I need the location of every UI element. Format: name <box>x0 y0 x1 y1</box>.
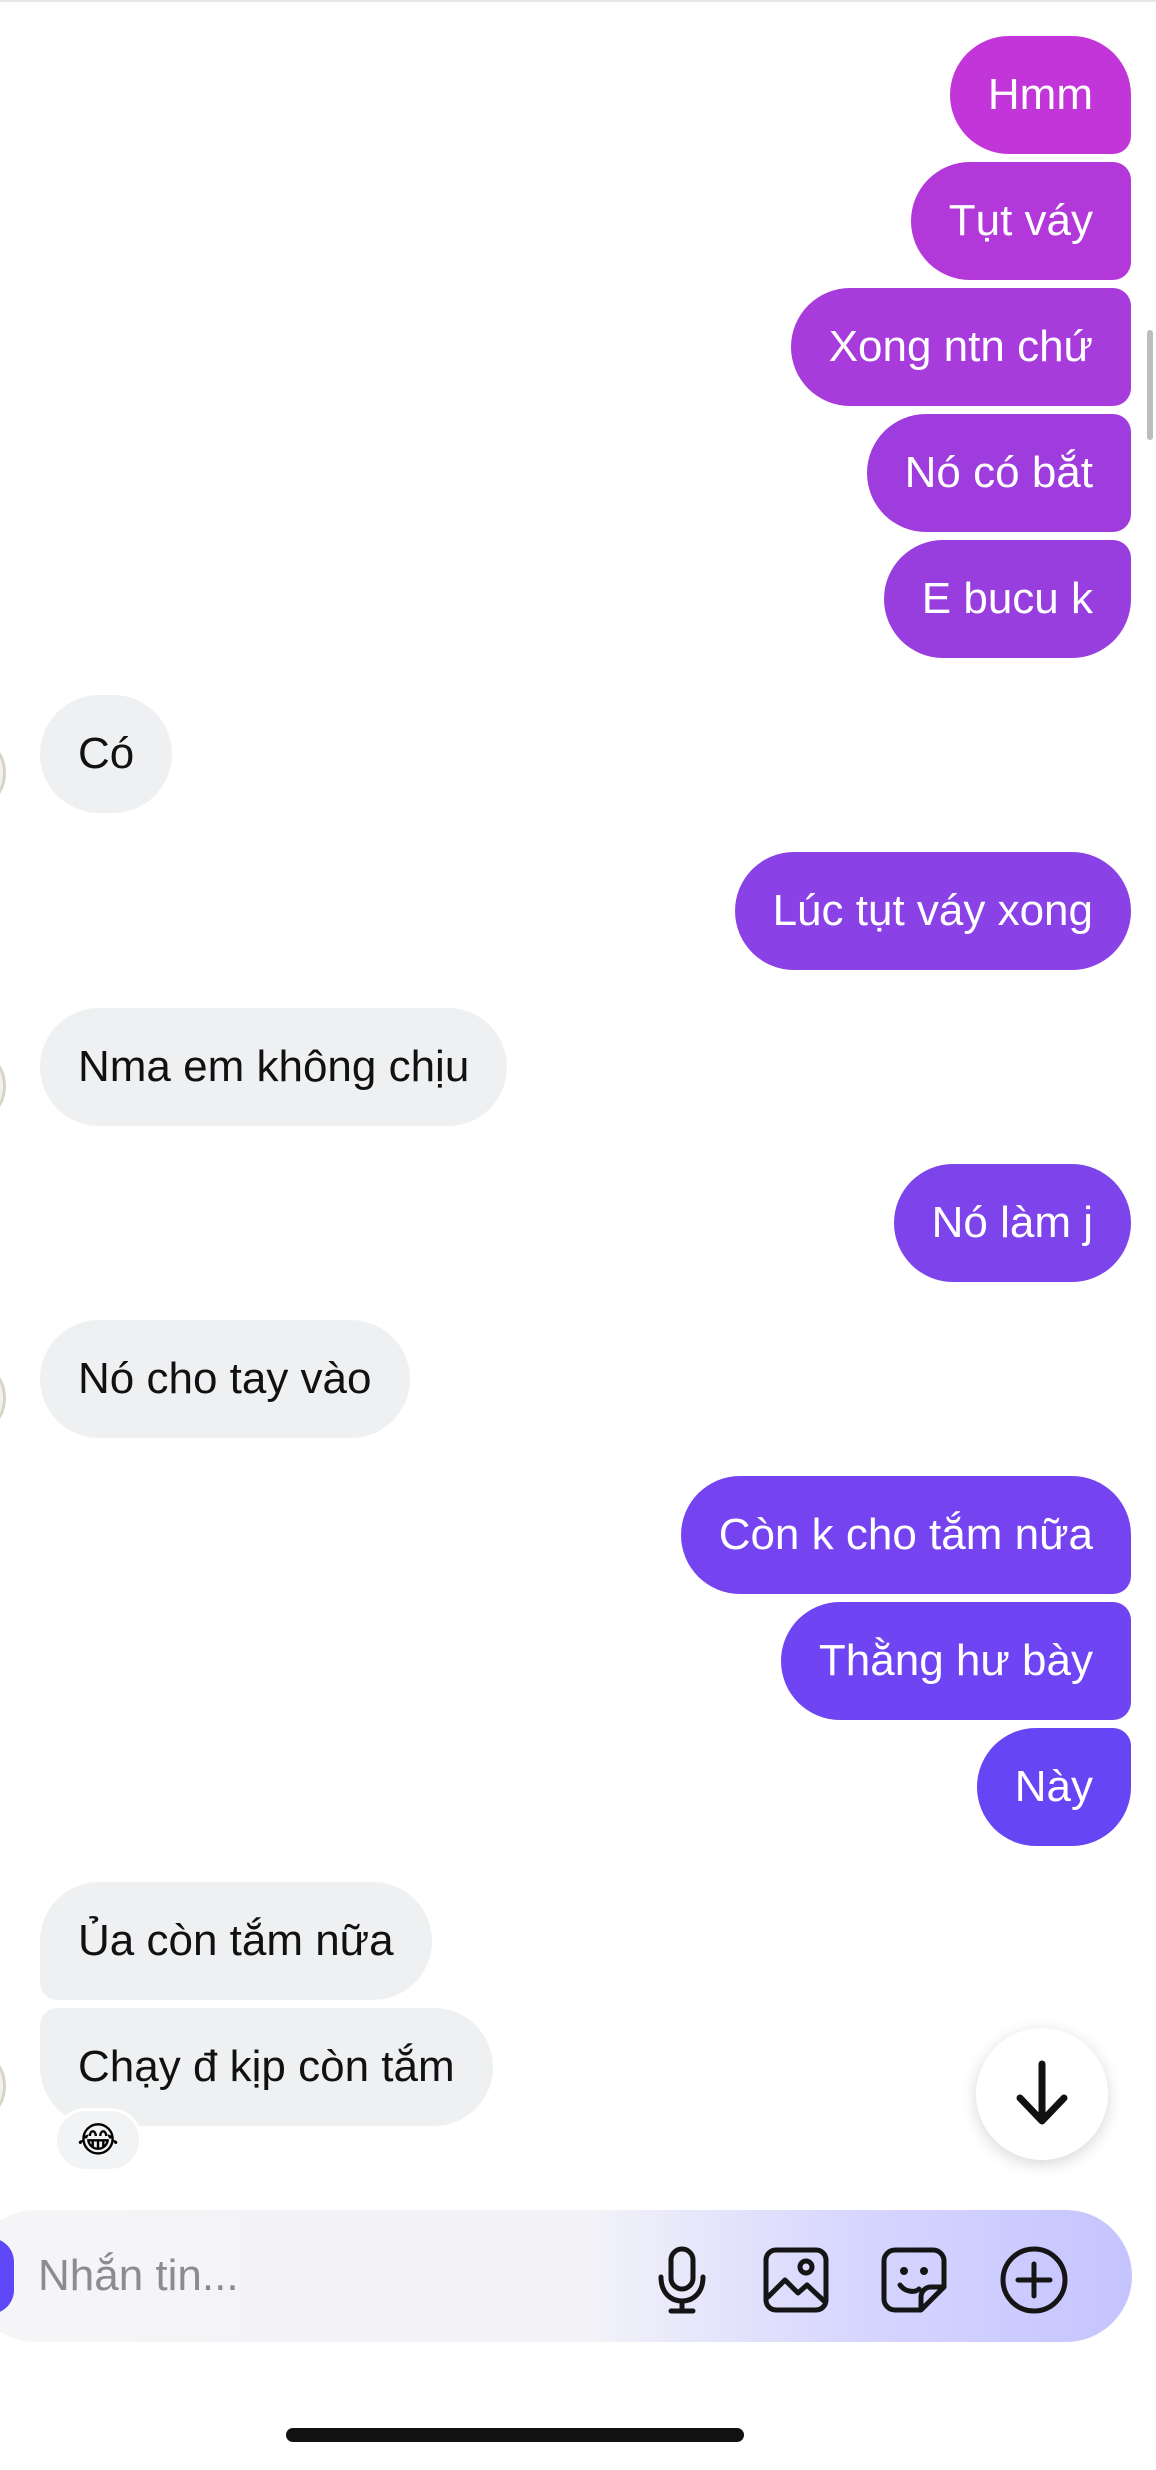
received-message-bubble[interactable]: Có <box>40 695 173 813</box>
sent-message-bubble[interactable]: Xong ntn chứ <box>790 288 1131 406</box>
sticker-icon <box>881 2247 947 2313</box>
message-list[interactable]: Hmm Tụt váy Xong ntn chứ Nó có bắt E buc… <box>0 0 1156 2200</box>
received-message-bubble[interactable]: Ủa còn tắm nữa <box>40 1882 432 2000</box>
microphone-icon <box>658 2246 706 2314</box>
arrow-down-icon <box>1016 2060 1068 2125</box>
received-message-bubble[interactable]: Nó cho tay vào <box>40 1320 410 1438</box>
sent-message-bubble[interactable]: Hmm <box>949 36 1131 154</box>
plus-circle-icon <box>1000 2246 1068 2314</box>
sent-message-bubble[interactable]: Nó có bắt <box>866 414 1131 532</box>
scroll-to-bottom-button[interactable] <box>976 2028 1108 2160</box>
microphone-button[interactable] <box>642 2240 722 2320</box>
plus-button[interactable] <box>994 2240 1074 2320</box>
message-input[interactable] <box>38 2238 598 2314</box>
contact-avatar[interactable] <box>0 1370 6 1426</box>
image-button[interactable] <box>756 2240 836 2320</box>
home-indicator[interactable] <box>286 2428 744 2442</box>
laughing-reaction-badge[interactable]: 😂 <box>54 2108 142 2172</box>
sent-message-bubble[interactable]: E bucu k <box>883 540 1131 658</box>
image-icon <box>763 2247 829 2313</box>
sent-message-bubble[interactable]: Còn k cho tắm nữa <box>680 1476 1131 1594</box>
received-message-bubble[interactable]: Nma em không chịu <box>40 1008 508 1126</box>
contact-avatar[interactable] <box>0 2058 6 2114</box>
sent-message-bubble[interactable]: Lúc tụt váy xong <box>734 852 1131 970</box>
contact-avatar[interactable] <box>0 745 6 801</box>
sent-message-bubble[interactable]: Này <box>976 1728 1131 1846</box>
sticker-button[interactable] <box>874 2240 954 2320</box>
scrollbar[interactable] <box>1147 330 1153 440</box>
sent-message-bubble[interactable]: Tụt váy <box>910 162 1131 280</box>
sent-message-bubble[interactable]: Thằng hư bày <box>780 1602 1131 1720</box>
laughing-emoji-icon: 😂 <box>76 2119 120 2160</box>
contact-avatar[interactable] <box>0 1058 6 1114</box>
sent-message-bubble[interactable]: Nó làm j <box>893 1164 1131 1282</box>
